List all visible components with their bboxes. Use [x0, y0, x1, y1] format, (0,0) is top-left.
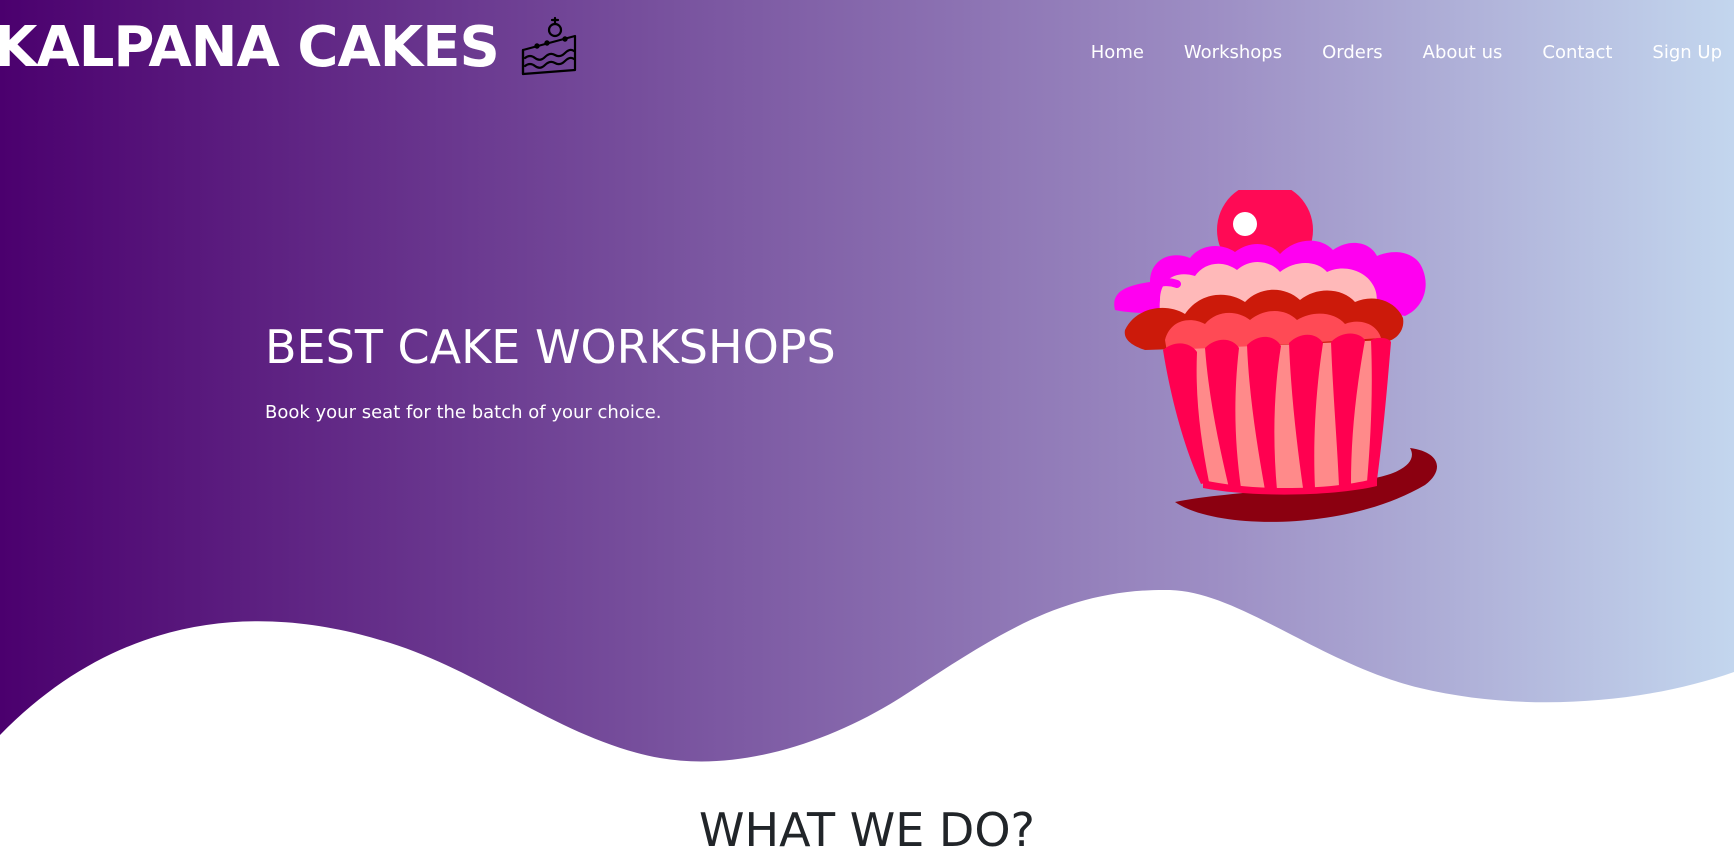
cake-slice-icon [521, 16, 576, 76]
section-heading-what-we-do: WHAT WE DO? [699, 803, 1035, 857]
nav-menu: Home Workshops Orders About us Contact S… [1051, 38, 1722, 68]
brand-logo-link[interactable]: KALPANA CAKES [0, 14, 581, 82]
nav-link-home[interactable]: Home [1091, 38, 1144, 68]
cupcake-illustration [1114, 190, 1437, 522]
nav-link-sign-up[interactable]: Sign Up [1652, 38, 1722, 68]
navbar: KALPANA CAKES Home Workshops Orders Abou… [0, 0, 1734, 100]
nav-link-orders[interactable]: Orders [1322, 38, 1383, 68]
brand-name: KALPANA CAKES [0, 15, 500, 80]
nav-link-contact[interactable]: Contact [1542, 38, 1612, 68]
nav-link-about-us[interactable]: About us [1423, 38, 1503, 68]
page: KALPANA CAKES Home Workshops Orders Abou… [0, 0, 1734, 859]
hero-text-block: BEST CAKE WORKSHOPS Book your seat for t… [265, 318, 1025, 426]
nav-link-workshops[interactable]: Workshops [1184, 38, 1282, 68]
hero-title: BEST CAKE WORKSHOPS [265, 320, 836, 374]
hero-subtitle: Book your seat for the batch of your cho… [265, 402, 662, 423]
